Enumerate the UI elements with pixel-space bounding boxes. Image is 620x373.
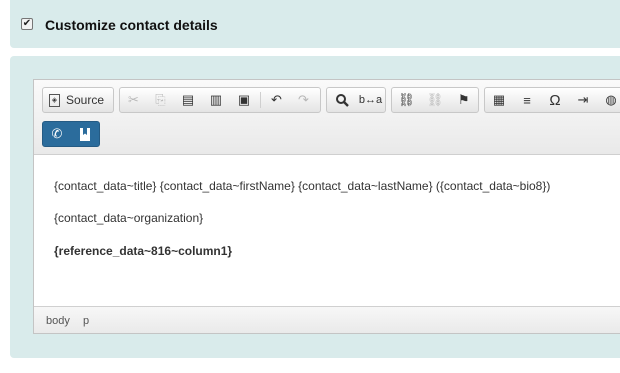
copy-icon: ⎘ [155,92,166,107]
path-crumb-p[interactable]: p [83,315,89,327]
customize-contact-checkbox[interactable]: ✔ [21,18,33,30]
separator [260,92,261,108]
source-icon: ◈ [49,93,60,107]
anchor-button[interactable]: ⚑ [449,88,478,112]
editor-status-bar: body p [34,306,620,333]
replace-icon: b↔a [358,94,383,106]
checkmark-icon: ✔ [22,18,32,29]
rich-text-editor: ◈ Source ✂ ⎘ ▤ ▥ ▣ ↶ ↷ b↔a ⛓ ⛓ ⚑ ▦ ≡ Ω ⇥… [33,79,620,334]
horizontal-rule-icon: ≡ [523,92,531,108]
copy-button[interactable]: ⎘ [147,88,174,112]
globe-button[interactable]: ◍ [597,88,620,112]
source-group: ◈ Source [42,87,114,113]
horizontal-rule-button[interactable]: ≡ [513,88,541,112]
table-icon: ▦ [492,92,506,107]
custom-group: ✆ [42,121,100,147]
indent-button[interactable]: ⇥ [569,88,597,112]
undo-icon: ↶ [271,92,282,107]
path-crumb-body[interactable]: body [46,315,70,327]
paste-icon: ▤ [181,92,195,107]
clipboard-group: ✂ ⎘ ▤ ▥ ▣ ↶ ↷ [119,87,321,113]
undo-button[interactable]: ↶ [263,88,290,112]
table-button[interactable]: ▦ [485,88,513,112]
content-line-2: {contact_data~organization} [54,211,204,225]
paste-text-button[interactable]: ▥ [202,88,230,112]
unlink-button[interactable]: ⛓ [421,88,450,112]
cut-icon: ✂ [128,92,139,107]
indent-icon: ⇥ [577,92,589,107]
flag-icon: ⚑ [457,92,470,107]
bookmark-icon [80,127,90,141]
paste-word-icon: ▣ [237,92,251,107]
paste-button[interactable]: ▤ [174,88,202,112]
find-group: b↔a [326,87,386,113]
redo-icon: ↷ [298,92,309,107]
replace-button[interactable]: b↔a [356,88,385,112]
paste-text-icon: ▥ [209,92,223,107]
redo-button[interactable]: ↷ [290,88,317,112]
link-icon: ⛓ [398,92,415,107]
phone-button[interactable]: ✆ [43,122,71,146]
search-icon [335,94,349,107]
link-group: ⛓ ⛓ ⚑ [391,87,479,113]
unlink-icon: ⛓ [426,92,444,107]
link-button[interactable]: ⛓ [392,88,421,112]
content-line-3: {reference_data~816~column1} [54,244,233,258]
source-button[interactable]: ◈ Source [43,88,110,112]
omega-icon: Ω [549,91,561,109]
find-button[interactable] [327,88,356,112]
customize-contact-label[interactable]: Customize contact details [45,17,218,33]
special-char-button[interactable]: Ω [541,88,569,112]
bookmark-button[interactable] [71,122,99,146]
paste-word-button[interactable]: ▣ [230,88,258,112]
editor-content-area[interactable]: {contact_data~title} {contact_data~first… [34,155,620,306]
source-label: Source [66,93,105,107]
insert-group: ▦ ≡ Ω ⇥ ◍ [484,87,620,113]
editor-toolbar: ◈ Source ✂ ⎘ ▤ ▥ ▣ ↶ ↷ b↔a ⛓ ⛓ ⚑ ▦ ≡ Ω ⇥… [34,80,620,155]
content-line-1: {contact_data~title} {contact_data~first… [54,179,551,193]
phone-icon: ✆ [51,126,63,141]
globe-icon: ◍ [605,92,617,107]
cut-button[interactable]: ✂ [120,88,147,112]
